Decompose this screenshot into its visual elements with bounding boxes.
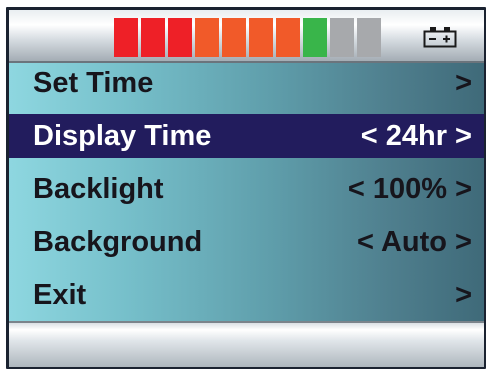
menu-item-exit[interactable]: Exit > bbox=[9, 273, 484, 317]
menu-item-value: < 24hr > bbox=[360, 119, 472, 152]
battery-meter-segment bbox=[249, 18, 273, 57]
battery-meter-segment bbox=[330, 18, 354, 57]
battery-meter-segment bbox=[276, 18, 300, 57]
bottom-bar-divider bbox=[9, 321, 484, 323]
menu-item-backlight[interactable]: Backlight < 100% > bbox=[9, 167, 484, 211]
battery-meter-segment bbox=[222, 18, 246, 57]
battery-meter-segment bbox=[195, 18, 219, 57]
menu-item-arrow: > bbox=[455, 66, 472, 99]
menu-item-set-time[interactable]: Set Time > bbox=[9, 61, 484, 105]
status-bar bbox=[9, 10, 484, 63]
battery-meter-segment bbox=[114, 18, 138, 57]
menu-item-label: Exit bbox=[33, 278, 87, 311]
menu-item-label: Background bbox=[33, 225, 203, 258]
menu-item-label: Set Time bbox=[33, 66, 154, 99]
battery-meter-segment bbox=[168, 18, 192, 57]
menu-item-background[interactable]: Background < Auto > bbox=[9, 220, 484, 264]
battery-meter-segment bbox=[357, 18, 381, 57]
battery-meter-segment bbox=[141, 18, 165, 57]
menu-item-display-time[interactable]: Display Time < 24hr > bbox=[9, 114, 484, 158]
battery-level-meter bbox=[114, 18, 381, 57]
lcd-screen: Set Time > Display Time < 24hr > Backlig… bbox=[9, 10, 484, 367]
battery-icon bbox=[423, 27, 457, 48]
battery-meter-segment bbox=[303, 18, 327, 57]
menu-item-value: < 100% > bbox=[347, 172, 472, 205]
bottom-bar bbox=[9, 321, 484, 367]
menu-item-arrow: > bbox=[455, 278, 472, 311]
menu-item-label: Display Time bbox=[33, 119, 212, 152]
menu-item-value: < Auto > bbox=[357, 225, 472, 258]
menu-item-label: Backlight bbox=[33, 172, 164, 205]
